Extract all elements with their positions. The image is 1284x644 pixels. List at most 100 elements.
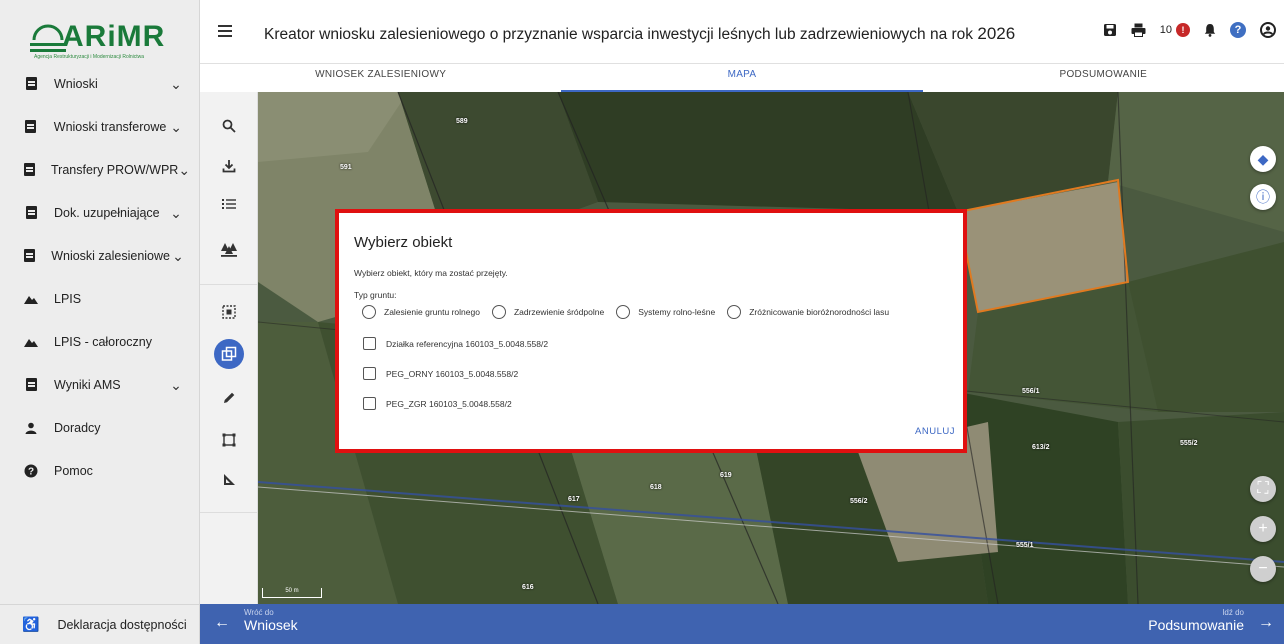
sidebar-item-label: Dok. uzupełniające: [54, 205, 160, 220]
checkbox-reference-parcel[interactable]: Działka referencyjna 160103_5.0048.558/2: [363, 337, 548, 350]
layers-icon[interactable]: ◆: [1250, 146, 1276, 172]
radio-circle-icon: [491, 305, 506, 319]
sidebar-item-wnioski[interactable]: Wnioski ⌄: [0, 62, 200, 105]
sidebar-item-label: Wnioski transferowe: [53, 119, 167, 134]
radio-forest-biodiversity[interactable]: Zróżnicowanie bioróżnorodności lasu: [727, 305, 889, 319]
arrow-right-icon[interactable]: →: [1258, 614, 1274, 632]
download-icon[interactable]: [200, 148, 258, 184]
arimr-logo[interactable]: ARiMR Agencja Restrukturyzacji i Moderni…: [28, 14, 188, 64]
wizard-tabs: WNIOSEK ZALESIENIOWY MAPA PODSUMOWANIE: [200, 64, 1284, 92]
copy-object-icon: [214, 339, 244, 369]
back-label: Wniosek: [244, 617, 298, 633]
terrain-icon: [24, 335, 38, 349]
sidebar-item-lpis-całoroczny[interactable]: LPIS - całoroczny: [0, 320, 200, 363]
notification-count[interactable]: 10: [1160, 24, 1172, 36]
radio-afforestation[interactable]: Zalesienie gruntu rolnego: [362, 305, 480, 319]
next-caption: Idź do: [1222, 608, 1244, 617]
sidebar-item-doradcy[interactable]: Doradcy: [0, 406, 200, 449]
parcel-label: 619: [720, 472, 732, 479]
sidebar: ARiMR Agencja Restrukturyzacji i Moderni…: [0, 0, 200, 644]
map-scale-bar: 50 m: [262, 588, 322, 598]
parcel-label: 555/1: [1016, 542, 1034, 549]
rectangle-draw-icon[interactable]: [200, 422, 258, 458]
dialog-title: Wybierz obiekt: [354, 234, 453, 251]
radio-agroforestry[interactable]: Systemy rolno-leśne: [616, 305, 715, 319]
search-icon[interactable]: [200, 108, 258, 144]
tab-podsumowanie[interactable]: PODSUMOWANIE: [923, 64, 1284, 92]
help-circle-icon[interactable]: ?: [1230, 22, 1246, 38]
checkbox-label: PEG_ZGR 160103_5.0048.558/2: [386, 398, 512, 409]
tab-mapa[interactable]: MAPA: [561, 64, 923, 92]
pencil-icon[interactable]: [200, 380, 258, 416]
save-icon[interactable]: [1103, 23, 1117, 37]
sidebar-item-label: Wnioski zalesieniowe: [51, 248, 170, 263]
document-icon: [24, 378, 38, 392]
forest-icon[interactable]: [200, 232, 258, 268]
radio-label: Systemy rolno-leśne: [638, 307, 716, 317]
radio-label: Zadrzewienie śródpolne: [513, 307, 605, 317]
dialog-description: Wybierz obiekt, który ma zostać przejęty…: [354, 268, 508, 278]
next-button[interactable]: Idź do Podsumowanie: [1148, 608, 1244, 633]
checkbox-label: Działka referencyjna 160103_5.0048.558/2: [386, 338, 549, 349]
zoom-out-icon[interactable]: −: [1250, 556, 1276, 582]
select-object-dialog: Wybierz obiekt Wybierz obiekt, który ma …: [335, 209, 967, 453]
terrain-icon: [24, 292, 38, 306]
arrow-left-icon[interactable]: ←: [214, 614, 230, 632]
logo-text: ARiMR: [62, 20, 166, 53]
checkbox-icon: [363, 337, 376, 350]
next-label: Podsumowanie: [1148, 617, 1244, 633]
menu-hamburger-icon[interactable]: [218, 25, 232, 37]
cancel-button[interactable]: ANULUJ: [915, 426, 955, 437]
list-icon[interactable]: [200, 186, 258, 222]
page-title-year: 2026: [977, 24, 1016, 43]
fullscreen-icon[interactable]: ⛶: [1250, 476, 1276, 502]
sidebar-item-wnioski-transferowe[interactable]: Wnioski transferowe ⌄: [0, 105, 200, 148]
accessibility-label: Deklaracja dostępności: [57, 617, 187, 632]
chevron-down-icon[interactable]: ⌄: [166, 77, 186, 91]
document-icon: [24, 77, 38, 91]
sidebar-item-transfery-prow-wpr[interactable]: Transfery PROW/WPR ⌄: [0, 148, 200, 191]
alert-badge-icon[interactable]: !: [1176, 23, 1190, 37]
copy-object-button[interactable]: [200, 336, 258, 372]
svg-text:?: ?: [28, 466, 34, 477]
select-area-icon[interactable]: [200, 294, 258, 330]
document-icon: [24, 206, 38, 220]
sidebar-item-wyniki-ams[interactable]: Wyniki AMS ⌄: [0, 363, 200, 406]
document-icon: [24, 120, 38, 134]
sidebar-item-pomoc[interactable]: ? Pomoc: [0, 449, 200, 492]
account-icon[interactable]: [1260, 22, 1276, 38]
sidebar-item-label: Wyniki AMS: [54, 377, 121, 392]
chevron-down-icon[interactable]: ⌄: [170, 249, 186, 263]
parcel-label: 591: [340, 164, 352, 171]
accessibility-icon: ♿: [22, 616, 40, 632]
checkbox-peg-orny[interactable]: PEG_ORNY 160103_5.0048.558/2: [363, 367, 518, 380]
accessibility-declaration-link[interactable]: ♿ Deklaracja dostępności: [0, 604, 200, 644]
tab-wniosek-zalesieniowy[interactable]: WNIOSEK ZALESIENIOWY: [200, 64, 561, 92]
back-button[interactable]: Wróć do Wniosek: [244, 608, 298, 633]
radio-field-trees[interactable]: Zadrzewienie śródpolne: [491, 305, 605, 319]
page-title: Kreator wniosku zalesieniowego o przyzna…: [264, 24, 1015, 44]
print-icon[interactable]: [1131, 23, 1146, 37]
zoom-in-icon[interactable]: +: [1250, 516, 1276, 542]
parcel-label: 613/2: [1032, 444, 1050, 451]
sidebar-item-wnioski-zalesieniowe[interactable]: Wnioski zalesieniowe ⌄: [0, 234, 200, 277]
chevron-down-icon[interactable]: ⌄: [166, 378, 186, 392]
checkbox-peg-zgr[interactable]: PEG_ZGR 160103_5.0048.558/2: [363, 397, 512, 410]
parcel-label: 555/2: [1180, 440, 1198, 447]
sidebar-item-label: Pomoc: [54, 463, 93, 478]
radio-circle-icon: [362, 305, 376, 319]
chevron-down-icon[interactable]: ⌄: [178, 163, 190, 177]
logo-subtitle: Agencja Restrukturyzacji i Modernizacji …: [34, 54, 145, 60]
chevron-down-icon[interactable]: ⌄: [166, 206, 186, 220]
sidebar-item-label: Wnioski: [54, 76, 98, 91]
bell-icon[interactable]: [1204, 23, 1216, 37]
parcel-label: 617: [568, 496, 580, 503]
sidebar-item-lpis[interactable]: LPIS: [0, 277, 200, 320]
sidebar-item-dok-uzupełniające[interactable]: Dok. uzupełniające ⌄: [0, 191, 200, 234]
checkbox-icon: [363, 367, 376, 380]
sidebar-item-label: LPIS - całoroczny: [54, 334, 152, 349]
chevron-down-icon[interactable]: ⌄: [166, 120, 186, 134]
measure-angle-icon[interactable]: [200, 462, 258, 498]
info-icon[interactable]: ⓘ: [1250, 184, 1276, 210]
parcel-label: 616: [522, 584, 534, 591]
